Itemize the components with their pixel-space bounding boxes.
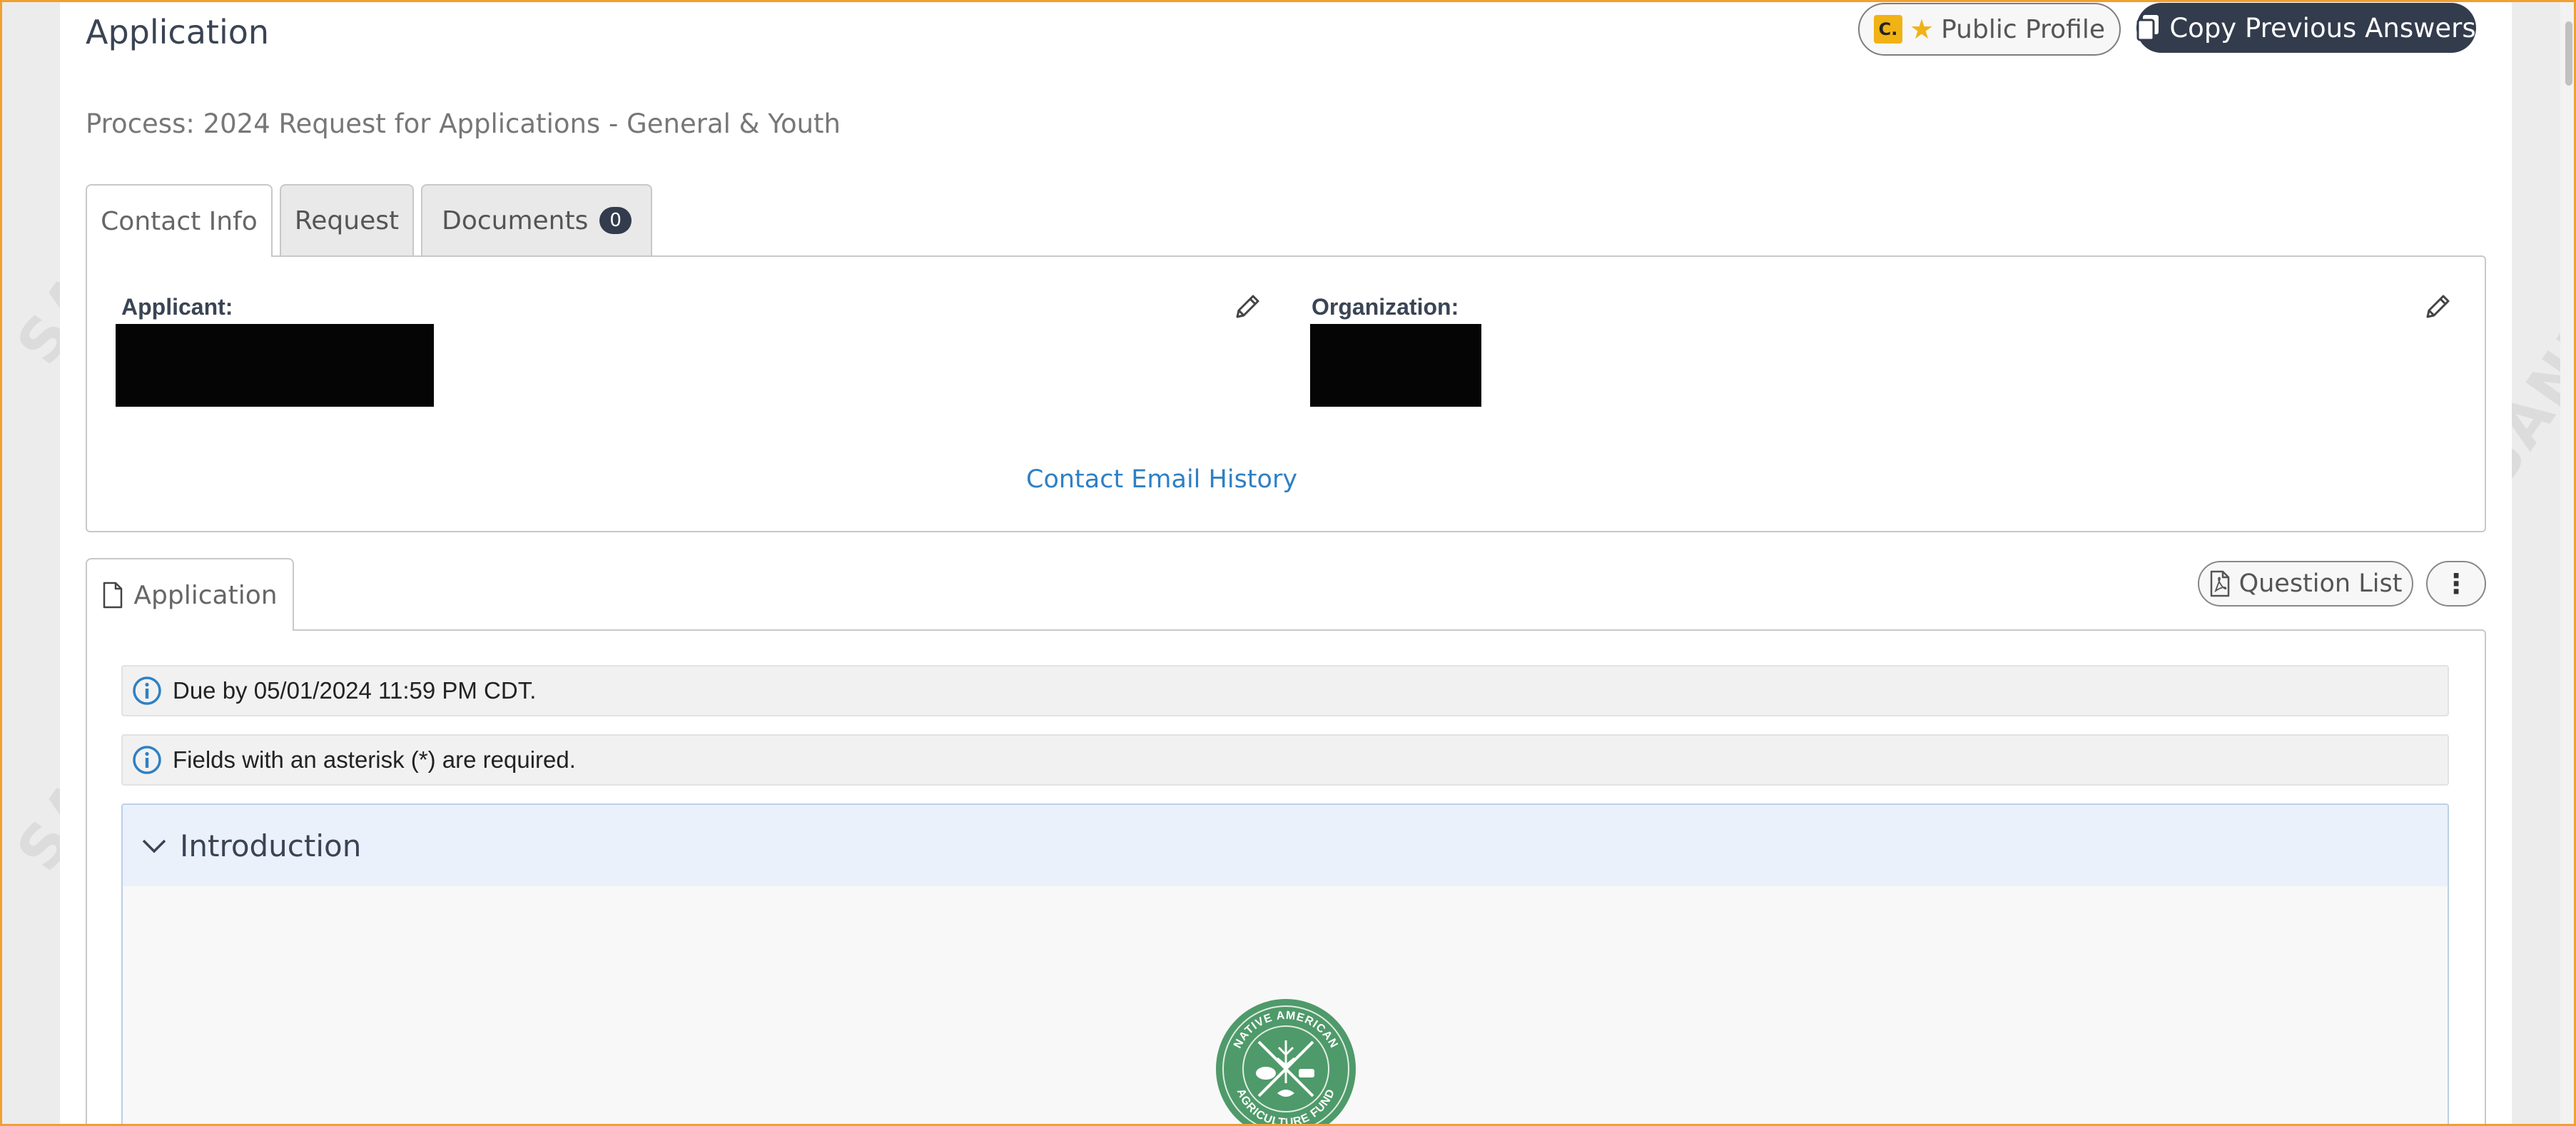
info-icon <box>133 746 161 774</box>
required-fields-text: Fields with an asterisk (*) are required… <box>173 746 576 773</box>
scrollbar-thumb[interactable] <box>2565 21 2572 86</box>
public-profile-label: Public Profile <box>1941 14 2105 44</box>
tab-documents-label: Documents <box>442 206 589 235</box>
star-icon: ★ <box>1910 14 1934 45</box>
copy-previous-label: Copy Previous Answers <box>2169 12 2476 44</box>
applicant-label: Applicant: <box>121 294 233 320</box>
edit-organization-pencil-icon[interactable] <box>2422 291 2453 323</box>
required-fields-notice: Fields with an asterisk (*) are required… <box>121 734 2449 786</box>
tab-application[interactable]: Application <box>86 558 294 631</box>
organization-label: Organization: <box>1312 294 1459 320</box>
documents-count-badge: 0 <box>599 207 632 234</box>
tab-application-label: Application <box>133 580 278 610</box>
chevron-down-icon <box>142 839 166 853</box>
tab-request-label: Request <box>294 206 400 235</box>
tab-contact-info-label: Contact Info <box>101 206 258 236</box>
question-list-label: Question List <box>2238 569 2403 598</box>
info-icon <box>133 676 161 705</box>
due-date-text: Due by 05/01/2024 11:59 PM CDT. <box>173 677 537 704</box>
copy-icon <box>2136 15 2159 41</box>
edit-applicant-pencil-icon[interactable] <box>1232 291 1263 323</box>
pdf-file-icon <box>2210 570 2229 597</box>
applicant-redacted-block <box>116 324 434 407</box>
organization-redacted-block <box>1310 324 1481 407</box>
document-icon <box>103 582 123 609</box>
more-options-button[interactable]: ⋮ <box>2426 561 2486 607</box>
tab-contact-info[interactable]: Contact Info <box>86 184 273 257</box>
introduction-section-header[interactable]: Introduction <box>123 805 2448 886</box>
introduction-title: Introduction <box>180 828 362 863</box>
vertical-ellipsis-icon: ⋮ <box>2443 569 2470 599</box>
candid-badge-icon: C. <box>1874 15 1902 44</box>
contact-email-history-link[interactable]: Contact Email History <box>1026 465 1297 494</box>
native-american-agriculture-fund-logo: NATIVE AMERICAN AGRICULTURE FUND <box>1216 999 1356 1126</box>
public-profile-button[interactable]: C. ★ Public Profile <box>1858 3 2121 56</box>
tab-request[interactable]: Request <box>280 184 414 255</box>
process-name: Process: 2024 Request for Applications -… <box>86 108 841 139</box>
copy-previous-answers-button[interactable]: Copy Previous Answers <box>2136 3 2476 53</box>
page-title: Application <box>86 13 270 51</box>
introduction-section: Introduction NATIVE AMERICAN AGRICULTURE… <box>121 803 2449 1126</box>
tab-documents[interactable]: Documents 0 <box>421 184 652 255</box>
due-date-notice: Due by 05/01/2024 11:59 PM CDT. <box>121 665 2449 716</box>
vertical-scrollbar[interactable] <box>2560 0 2576 1126</box>
question-list-button[interactable]: Question List <box>2198 561 2413 607</box>
